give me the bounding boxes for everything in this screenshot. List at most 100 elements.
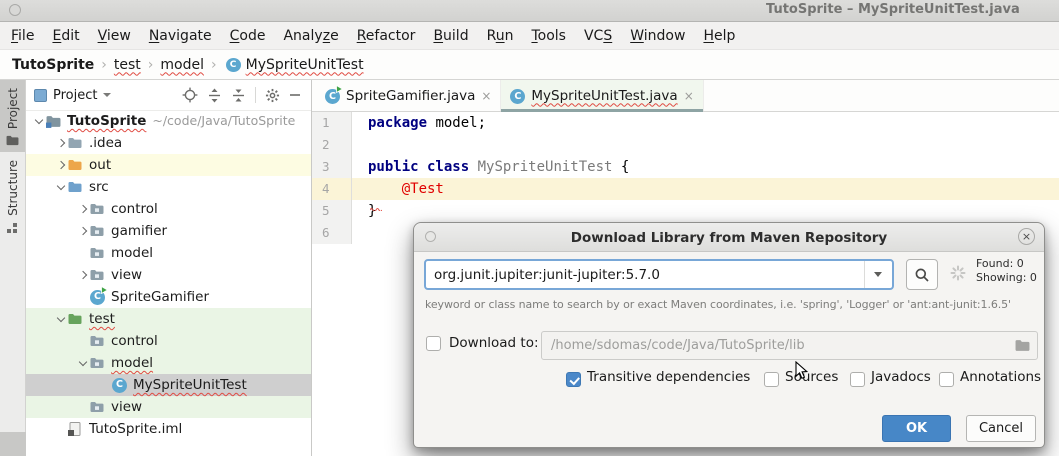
hide-panel-icon[interactable]: [289, 89, 301, 101]
folder-icon: [68, 137, 84, 149]
project-panel: Project TutoSprite ~/code/Java/TutoSprit…: [26, 80, 312, 456]
tool-window-structure-button[interactable]: Structure: [0, 152, 25, 240]
javadocs-label: Javadocs: [871, 369, 931, 385]
chevron-down-icon[interactable]: [32, 110, 46, 132]
tree-item-test-model[interactable]: model: [26, 352, 311, 374]
test-folder-icon: [68, 313, 84, 325]
menu-vcs[interactable]: VCS: [575, 28, 621, 44]
project-folder-icon: [46, 115, 62, 128]
project-panel-title[interactable]: Project: [53, 88, 97, 103]
download-path-field: [542, 332, 1004, 359]
chevron-down-icon[interactable]: [54, 308, 68, 330]
download-to-checkbox[interactable]: [426, 336, 441, 351]
menu-tools[interactable]: Tools: [522, 28, 575, 44]
chevron-down-icon[interactable]: [54, 176, 68, 198]
chevron-right-icon[interactable]: [76, 198, 90, 220]
menu-run[interactable]: Run: [478, 28, 523, 44]
package-icon: [90, 401, 106, 413]
gear-icon[interactable]: [265, 88, 280, 103]
dialog-titlebar: Download Library from Maven Repository: [414, 223, 1044, 252]
javadocs-checkbox[interactable]: [850, 372, 865, 387]
annotations-label: Annotations: [960, 369, 1041, 385]
menu-analyze[interactable]: Analyze: [274, 28, 347, 44]
window-titlebar: TutoSprite – MySpriteUnitTest.java: [0, 0, 1059, 22]
chevron-right-icon[interactable]: [76, 264, 90, 286]
annotations-checkbox[interactable]: [939, 372, 954, 387]
maven-coordinates-input[interactable]: [426, 261, 864, 288]
code-line-current: 4 @Test: [312, 178, 1059, 200]
line-number: 3: [312, 156, 352, 178]
menu-code[interactable]: Code: [221, 28, 275, 44]
chevron-placeholder: [76, 396, 90, 418]
chevron-down-icon[interactable]: [103, 93, 111, 97]
close-icon[interactable]: [684, 89, 694, 103]
chevron-down-icon[interactable]: [76, 352, 90, 374]
cancel-button[interactable]: Cancel: [966, 415, 1036, 442]
source-folder-icon: [68, 181, 84, 193]
package-icon: [90, 269, 106, 281]
chevron-right-icon[interactable]: [76, 220, 90, 242]
tree-item-test-control[interactable]: control: [26, 330, 311, 352]
tree-item-src-control[interactable]: control: [26, 198, 311, 220]
search-button[interactable]: [906, 259, 938, 290]
chevron-placeholder: [76, 286, 90, 308]
tab-spritegamifier[interactable]: SpriteGamifier.java: [316, 80, 501, 111]
tree-item-src-gamifier[interactable]: gamifier: [26, 220, 311, 242]
ok-button[interactable]: OK: [882, 415, 951, 442]
project-view-icon: [34, 89, 47, 102]
package-icon: [90, 225, 106, 237]
expand-all-icon[interactable]: [207, 88, 222, 103]
tree-item-test[interactable]: test: [26, 308, 311, 330]
sources-checkbox[interactable]: [764, 372, 779, 387]
tree-item-src-model[interactable]: model: [26, 242, 311, 264]
download-to-label: Download to:: [449, 335, 539, 351]
locate-file-icon[interactable]: [182, 87, 198, 103]
tree-item-test-view[interactable]: view: [26, 396, 311, 418]
tab-myspriteunittest[interactable]: MySpriteUnitTest.java: [501, 80, 703, 111]
menu-help[interactable]: Help: [694, 28, 744, 44]
menu-refactor[interactable]: Refactor: [348, 28, 425, 44]
menu-bar: File Edit View Navigate Code Analyze Ref…: [0, 22, 1059, 50]
combo-dropdown-button[interactable]: [864, 261, 892, 288]
collapse-all-icon[interactable]: [231, 88, 246, 103]
line-number: 6: [312, 222, 352, 244]
breadcrumb-test[interactable]: test: [114, 57, 141, 73]
tree-item-src[interactable]: src: [26, 176, 311, 198]
tree-item-iml[interactable]: TutoSprite.iml: [26, 418, 311, 440]
structure-icon: [7, 222, 19, 234]
tree-item-src-view[interactable]: view: [26, 264, 311, 286]
code-line: 1 package model;: [312, 112, 1059, 134]
line-number: 2: [312, 134, 352, 156]
menu-navigate[interactable]: Navigate: [140, 28, 221, 44]
tree-item-out[interactable]: out: [26, 154, 311, 176]
breadcrumb-project[interactable]: TutoSprite: [12, 57, 94, 73]
tool-window-project-button[interactable]: Project: [0, 80, 25, 152]
tree-item-myspriteunittest[interactable]: MySpriteUnitTest: [26, 374, 311, 396]
error-squiggle: [370, 207, 446, 211]
transitive-dependencies-checkbox[interactable]: [566, 372, 581, 387]
breadcrumb-class[interactable]: MySpriteUnitTest: [246, 57, 364, 73]
class-icon: [112, 378, 128, 393]
window-title: TutoSprite – MySpriteUnitTest.java: [766, 2, 1020, 17]
project-panel-header: Project: [26, 80, 311, 111]
search-stats: Found: 0 Showing: 0: [976, 257, 1037, 285]
menu-edit[interactable]: Edit: [43, 28, 88, 44]
menu-file[interactable]: File: [2, 28, 43, 44]
tree-item-root[interactable]: TutoSprite ~/code/Java/TutoSprite: [26, 110, 311, 132]
tree-item-spritegamifier[interactable]: SpriteGamifier: [26, 286, 311, 308]
menu-view[interactable]: View: [89, 28, 140, 44]
line-number: 1: [312, 112, 352, 134]
tree-item-idea[interactable]: .idea: [26, 132, 311, 154]
mouse-cursor: [795, 361, 808, 380]
search-hint: keyword or class name to search by or ex…: [425, 298, 1011, 311]
folder-icon[interactable]: [1015, 339, 1030, 352]
chevron-right-icon[interactable]: [54, 132, 68, 154]
package-icon: [90, 335, 106, 347]
menu-build[interactable]: Build: [424, 28, 477, 44]
chevron-right-icon[interactable]: [54, 154, 68, 176]
menu-window[interactable]: Window: [621, 28, 694, 44]
breadcrumb-model[interactable]: model: [160, 57, 204, 73]
window-menu-button[interactable]: [9, 4, 21, 16]
close-icon[interactable]: [1018, 228, 1035, 245]
close-icon[interactable]: [481, 89, 491, 103]
